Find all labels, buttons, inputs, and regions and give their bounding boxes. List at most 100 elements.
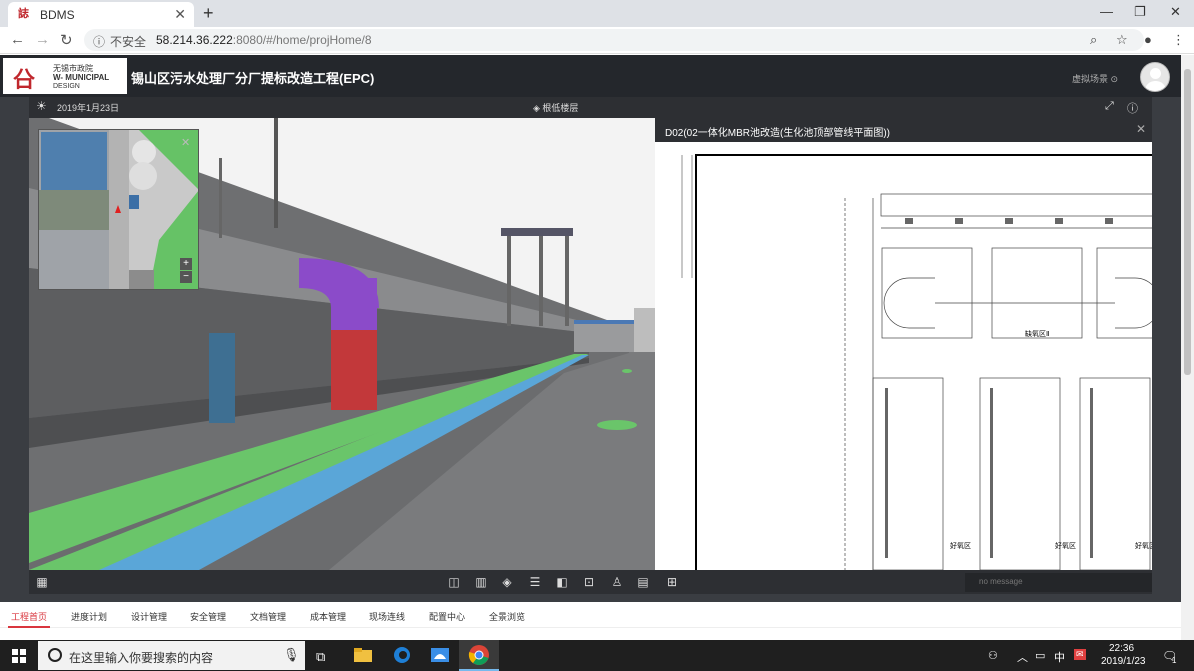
forward-icon[interactable]: →: [35, 31, 50, 48]
url-path: :8080/#/home/projHome/8: [232, 33, 372, 47]
page-scrollbar[interactable]: [1181, 55, 1194, 640]
browser-tab-bar: 誌 BDMS ✕ + — ❐ ✕: [0, 0, 1194, 27]
photos-app-icon[interactable]: [429, 645, 451, 665]
browser-tab[interactable]: 誌 BDMS ✕: [8, 2, 194, 27]
microphone-icon[interactable]: 🎙: [283, 647, 300, 663]
file-explorer-icon[interactable]: [352, 645, 374, 665]
app-header: 㕣 无锡市政院 W- MUNICIPAL DESIGN 锡山区污水处理厂分厂提标…: [0, 55, 1181, 97]
floor-label: 根低楼层: [542, 103, 579, 113]
url-field[interactable]: ⓘ 不安全 58.214.36.222:8080/#/home/projHome…: [84, 29, 1144, 51]
nav-item-safety[interactable]: 安全管理: [190, 610, 226, 623]
grid-menu-icon[interactable]: ▦: [35, 575, 49, 589]
chrome-taskbar-button[interactable]: [459, 640, 499, 671]
drawing-header: D02(02一体化MBR池改造(生化池顶部管线平面图)) ✕: [655, 118, 1152, 142]
sun-icon[interactable]: ☀: [36, 99, 47, 113]
measure-icon[interactable]: ⊡: [582, 575, 596, 589]
windows-start-icon[interactable]: [12, 649, 26, 663]
project-title: 锡山区污水处理厂分厂提标改造工程(EPC): [131, 71, 375, 86]
nav-item-live[interactable]: 现场连线: [369, 610, 405, 623]
nav-item-cost[interactable]: 成本管理: [310, 610, 346, 623]
site-favicon-icon: 誌: [18, 8, 29, 20]
avatar-body-shape: [1145, 81, 1166, 91]
drawing-title: D02(02一体化MBR池改造(生化池顶部管线平面图)): [665, 128, 891, 139]
minimap-zoom-in-icon[interactable]: +: [180, 258, 192, 270]
building-icon[interactable]: ▥: [474, 575, 488, 589]
scene-date: 2019年1月23日: [57, 103, 120, 113]
taskbar-search-input[interactable]: 在这里输入你要搜索的内容 🎙: [38, 641, 305, 670]
info-icon[interactable]: ⓘ: [93, 33, 105, 50]
logo: 㕣 无锡市政院 W- MUNICIPAL DESIGN: [3, 58, 127, 94]
info-icon[interactable]: ⓘ: [1127, 100, 1138, 116]
viewer-top-toolbar: ☀ 2019年1月23日 ◈ 根低楼层 ⤢ ⓘ: [29, 97, 1152, 118]
nav-item-panorama[interactable]: 全景浏览: [489, 610, 525, 623]
back-icon[interactable]: ←: [10, 31, 25, 48]
url-host: 58.214.36.222: [156, 33, 233, 47]
logo-line2: W- MUNICIPAL: [53, 73, 110, 82]
cortana-icon[interactable]: [48, 648, 62, 662]
3d-scene-view[interactable]: ✕ + −: [29, 118, 655, 570]
menu-icon[interactable]: ⋮: [1172, 32, 1185, 48]
drawing-panel[interactable]: 缺氧区Ⅱ 好氧区 好氧区 好氧区 D02(02一体化MBR池改造(生化池顶部管线…: [655, 118, 1152, 570]
minimap[interactable]: ✕ + −: [38, 129, 199, 290]
task-view-icon[interactable]: ⧉: [316, 649, 325, 665]
address-bar-row: ← → ↻ ⓘ 不安全 58.214.36.222:8080/#/home/pr…: [0, 27, 1194, 54]
scrollbar-thumb[interactable]: [1184, 69, 1191, 375]
message-box: no message: [965, 573, 1152, 592]
maximize-icon[interactable]: ❐: [1134, 4, 1146, 20]
fullscreen-icon[interactable]: ⤢: [1105, 100, 1114, 113]
minimap-render: [39, 130, 198, 289]
ime-indicator[interactable]: 中: [1054, 649, 1065, 665]
tray-chevron-icon[interactable]: ︿: [1017, 649, 1028, 665]
security-label: 不安全: [110, 35, 147, 49]
nav-item-schedule[interactable]: 进度计划: [71, 610, 107, 623]
virtual-scene-link[interactable]: 虚拟场景 ⊙: [1072, 72, 1118, 85]
logo-mark-icon: 㕣: [13, 67, 36, 92]
new-tab-icon[interactable]: +: [203, 3, 214, 24]
bottom-nav: 工程首页 进度计划 设计管理 安全管理 文档管理 成本管理 现场连线 配置中心 …: [0, 602, 1181, 628]
chrome-icon: [468, 645, 489, 665]
window-close-icon[interactable]: ✕: [1170, 4, 1181, 20]
nav-item-documents[interactable]: 文档管理: [250, 610, 286, 623]
minimap-zoom-out-icon[interactable]: −: [180, 271, 192, 283]
cad-drawing-render: 缺氧区Ⅱ 好氧区 好氧区 好氧区: [655, 118, 1152, 570]
avatar-head-shape: [1150, 68, 1161, 79]
floor-selector[interactable]: ◈ 根低楼层: [533, 101, 578, 114]
battery-icon[interactable]: ▭: [1035, 649, 1045, 662]
avatar[interactable]: [1140, 62, 1170, 92]
clock-time[interactable]: 22:36: [1109, 643, 1134, 654]
minimize-icon[interactable]: —: [1100, 4, 1113, 19]
person-icon[interactable]: ♙: [610, 575, 624, 589]
drawing-close-icon[interactable]: ✕: [1136, 122, 1146, 136]
message-text: no message: [979, 577, 1023, 586]
nav-item-config[interactable]: 配置中心: [429, 610, 465, 623]
nav-item-design[interactable]: 设计管理: [131, 610, 167, 623]
bookmark-star-icon[interactable]: ☆: [1116, 32, 1128, 48]
section-icon[interactable]: ◧: [555, 575, 569, 589]
antivirus-icon[interactable]: ✉: [1074, 649, 1086, 660]
tab-title: BDMS: [40, 8, 75, 22]
tree-icon[interactable]: ☰: [528, 575, 542, 589]
chart-icon[interactable]: ◫: [447, 575, 461, 589]
nav-item-home[interactable]: 工程首页: [11, 610, 47, 623]
minimap-close-icon[interactable]: ✕: [181, 136, 190, 149]
reload-icon[interactable]: ↻: [60, 31, 73, 49]
url-text: 58.214.36.222:8080/#/home/projHome/8: [156, 33, 372, 47]
profile-icon[interactable]: ●: [1144, 32, 1152, 47]
bim-viewer: ☀ 2019年1月23日 ◈ 根低楼层 ⤢ ⓘ ✕ + − 缺氧区Ⅱ 好氧区 好…: [29, 97, 1152, 594]
drawing-label-aerobic-2: 好氧区: [1055, 541, 1076, 550]
clock-date[interactable]: 2019/1/23: [1101, 656, 1146, 667]
people-icon[interactable]: ⚇: [988, 649, 998, 662]
drawing-label-aerobic-1: 好氧区: [950, 541, 971, 550]
document-icon[interactable]: ▤: [636, 575, 650, 589]
zoom-icon[interactable]: ⌕: [1090, 32, 1097, 48]
layers-icon[interactable]: ◈: [500, 575, 514, 589]
viewer-bottom-toolbar: ▦ ◫ ▥ ◈ ☰ ◧ ⊡ ♙ ▤ ⊞ no message: [29, 570, 1152, 594]
active-tab-indicator: [8, 626, 50, 628]
windows-taskbar: 在这里输入你要搜索的内容 🎙 ⧉ ⚇ ︿ ▭ 中 ✉ 22:36 2019/1/…: [0, 640, 1194, 671]
edge-icon[interactable]: [391, 645, 413, 665]
split-view-icon[interactable]: ⊞: [665, 575, 679, 589]
drawing-label-anoxic: 缺氧区Ⅱ: [1025, 329, 1049, 338]
search-placeholder: 在这里输入你要搜索的内容: [69, 651, 214, 665]
logo-line3: DESIGN: [53, 83, 80, 90]
tab-close-icon[interactable]: ✕: [174, 6, 186, 23]
